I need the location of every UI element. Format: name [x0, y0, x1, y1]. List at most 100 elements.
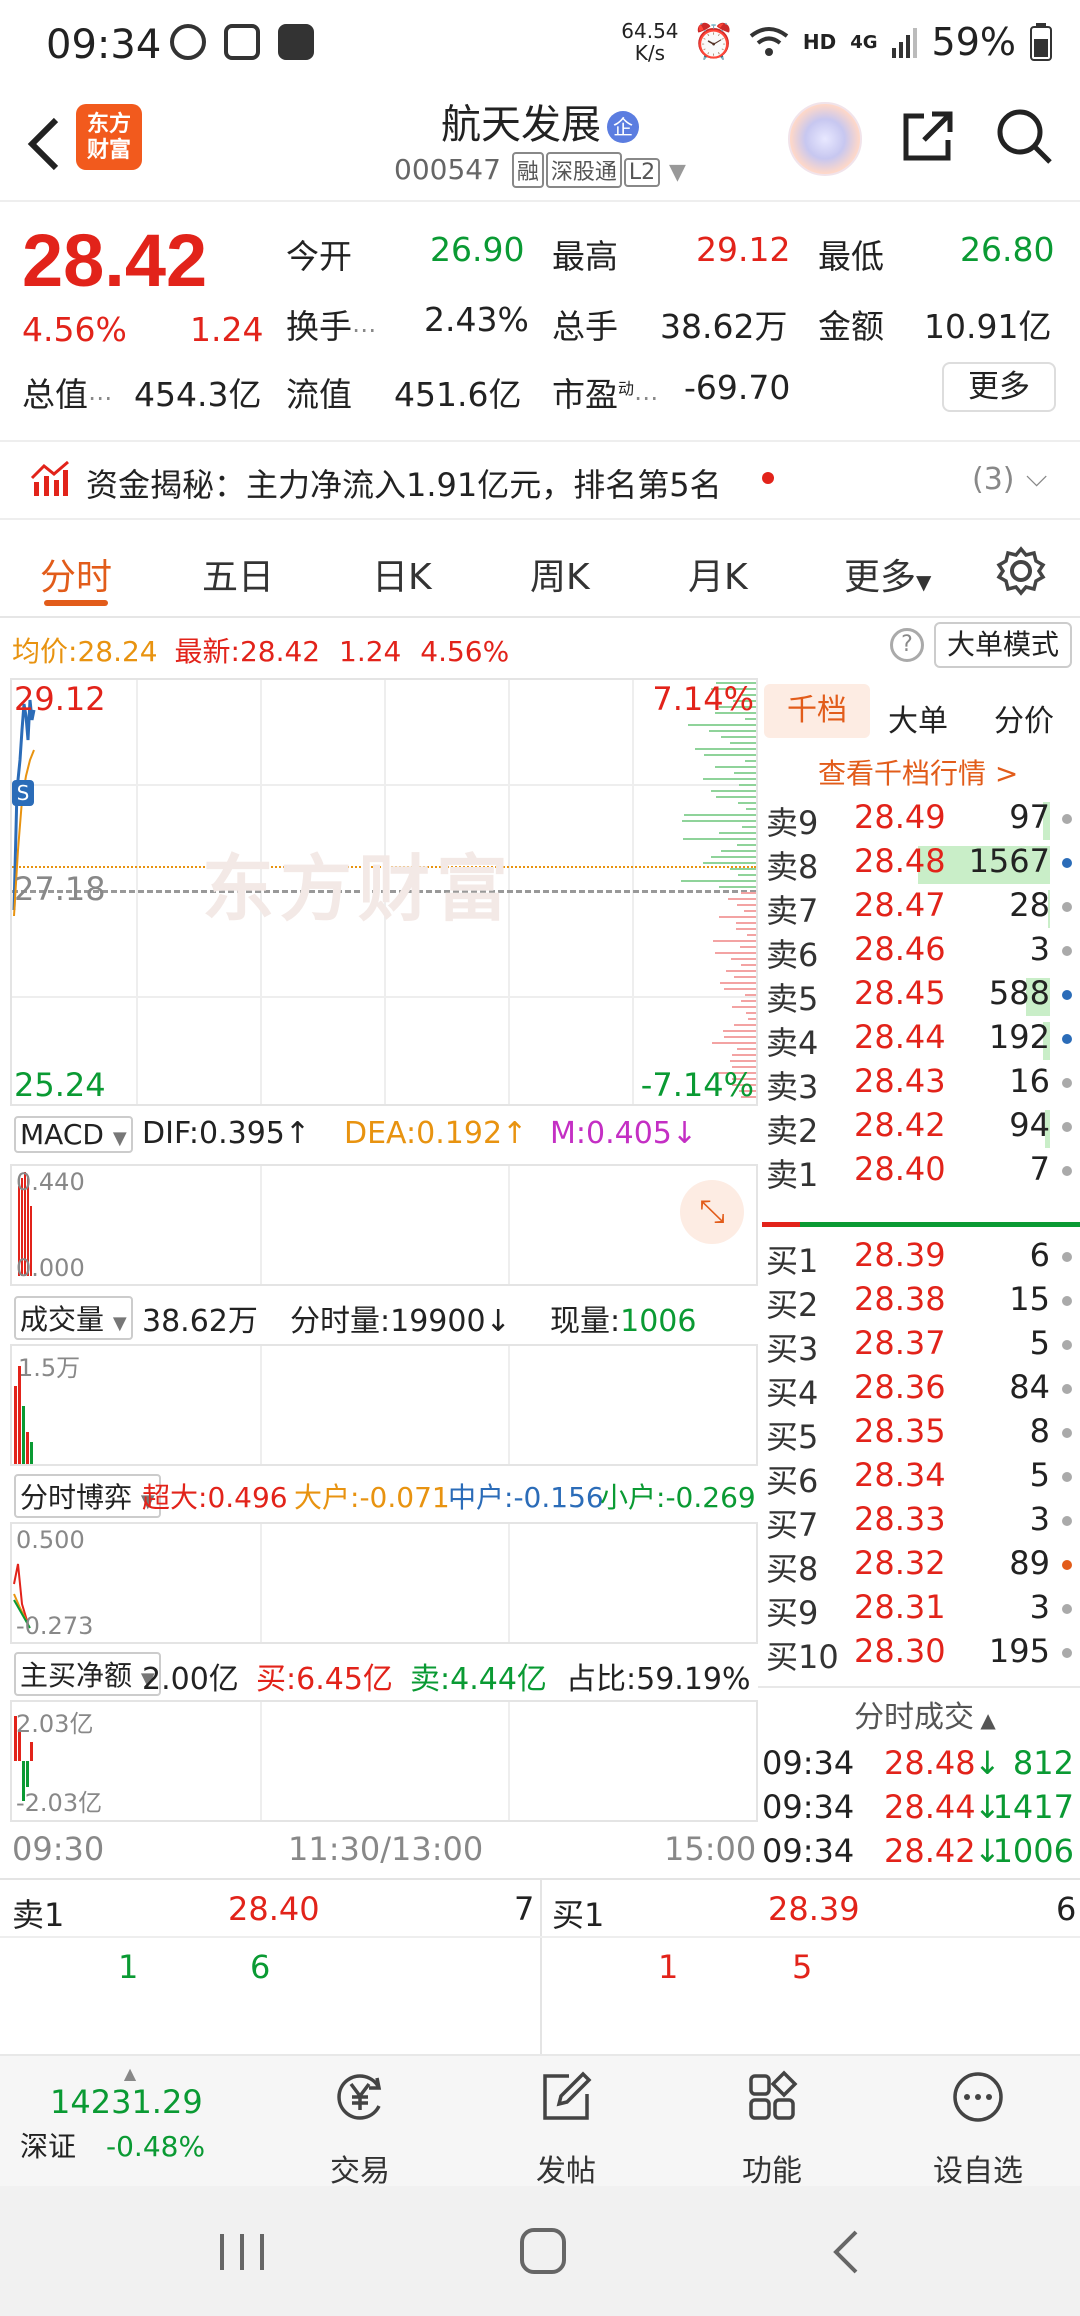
ask-row[interactable]: 卖8 28.48 1567	[758, 842, 1080, 886]
back-nav-icon[interactable]	[828, 2228, 862, 2276]
nav-trade-label: 交易	[330, 2154, 390, 2189]
robot-assistant-icon[interactable]	[788, 102, 862, 176]
ask-volume: 28	[1009, 886, 1050, 924]
game-indicator-select[interactable]: 分时博弈 ▼	[14, 1474, 161, 1518]
macd-chart[interactable]: 0.440 0.000 ⤡	[10, 1164, 758, 1286]
status-notification-icons	[170, 24, 314, 60]
bid-row[interactable]: 买9 28.31 3	[758, 1588, 1080, 1632]
unread-dot	[762, 472, 774, 484]
volume-chart[interactable]: 1.5万	[10, 1344, 758, 1466]
ask-row[interactable]: 卖2 28.42 94	[758, 1106, 1080, 1150]
back-arrow-icon[interactable]	[22, 114, 66, 174]
search-icon[interactable]	[994, 106, 1054, 166]
mcap-label[interactable]: 总值⋯	[22, 368, 112, 416]
volume-indicator-select[interactable]: 成交量 ▼	[14, 1296, 133, 1340]
ask-row[interactable]: 卖3 28.43 16	[758, 1062, 1080, 1106]
bottom-divider	[540, 1880, 542, 2054]
depth-bar	[713, 940, 756, 942]
game-chart[interactable]: 0.500 -0.273	[10, 1522, 758, 1644]
depth-bar	[726, 970, 756, 972]
home-icon[interactable]	[518, 2226, 568, 2276]
netbuy-indicator-select[interactable]: 主买净额 ▼	[14, 1652, 161, 1696]
nav-post[interactable]: 发帖	[506, 2070, 626, 2190]
ask-level-label: 卖4	[766, 1024, 819, 1062]
book-tab-thousand[interactable]: 千档	[764, 684, 870, 738]
nav-trade[interactable]: 交易	[300, 2070, 420, 2190]
depth-bar	[737, 904, 756, 906]
bid-row[interactable]: 买5 28.35 8	[758, 1412, 1080, 1456]
low-label: 最低	[818, 237, 884, 276]
index-ticker[interactable]: ▲ 14231.29 深证 -0.48%	[20, 2064, 240, 2165]
bid-row[interactable]: 买8 28.32 89	[758, 1544, 1080, 1588]
gallery-icon	[224, 24, 260, 60]
ask-row[interactable]: 卖4 28.44 192	[758, 1018, 1080, 1062]
netbuy-chart[interactable]: 2.03亿 -2.03亿	[10, 1700, 758, 1822]
tab-daily-k[interactable]: 日K	[372, 548, 432, 600]
nav-add-watchlist[interactable]: 设自选	[918, 2070, 1038, 2190]
expand-icon[interactable]: ⤡	[680, 1180, 744, 1244]
depth-bar	[736, 922, 756, 924]
high-label: 最高	[552, 237, 618, 276]
chevron-down-icon[interactable]: ⌵	[1026, 460, 1047, 494]
bid-row[interactable]: 买6 28.34 5	[758, 1456, 1080, 1500]
ask-row[interactable]: 卖9 28.49 97	[758, 798, 1080, 842]
avg-value: 28.24	[77, 635, 158, 668]
sell-marker[interactable]: S	[12, 780, 34, 806]
ask-volume: 588	[988, 974, 1050, 1012]
macd-m: M:0.405↓	[550, 1116, 698, 1151]
depth-bar	[730, 1060, 756, 1062]
book-tab-big[interactable]: 大单	[888, 696, 948, 740]
depth-bar	[704, 754, 756, 756]
ask-row[interactable]: 卖1 28.40 7	[758, 1150, 1080, 1194]
view-thousand-link[interactable]: 查看千档行情 >	[818, 752, 1018, 792]
turnover-label[interactable]: 换手⋯	[286, 300, 376, 348]
depth-bar	[748, 1018, 756, 1020]
fund-flow-strip[interactable]: 资金揭秘：主力净流入1.91亿元，排名第5名 (3) ⌵	[0, 440, 1080, 520]
ticks-title[interactable]: 分时成交 ▲	[854, 1692, 996, 1736]
book-tab-price[interactable]: 分价	[994, 696, 1054, 740]
more-quote-button[interactable]: 更多	[942, 362, 1056, 412]
high-value: 29.12	[696, 230, 791, 269]
tab-more[interactable]: 更多▼	[844, 548, 931, 600]
macd-name: MACD	[20, 1118, 104, 1151]
tab-intraday[interactable]: 分时	[40, 548, 112, 600]
ask-row[interactable]: 卖6 28.46 3	[758, 930, 1080, 974]
bid-row[interactable]: 买4 28.36 84	[758, 1368, 1080, 1412]
tab-monthly-k[interactable]: 月K	[688, 548, 748, 600]
tab-5day[interactable]: 五日	[202, 548, 274, 600]
bid-row[interactable]: 买7 28.33 3	[758, 1500, 1080, 1544]
ask-row[interactable]: 卖5 28.45 588	[758, 974, 1080, 1018]
bid-row[interactable]: 买2 28.38 15	[758, 1280, 1080, 1324]
bid-row[interactable]: 买10 28.30 195	[758, 1632, 1080, 1676]
tab-weekly-k[interactable]: 周K	[530, 548, 590, 600]
intraday-price-chart[interactable]: 东方财富 S 29.12 7.14% 27.18 25.24 -7.14%	[10, 678, 758, 1106]
bid-volume: 6	[1029, 1236, 1050, 1274]
bid-price: 28.39	[854, 1236, 946, 1274]
order-book-panel: 千档 大单 分价 查看千档行情 > 卖9 28.49 97 卖8 28.48 1567 卖7…	[758, 678, 1080, 1878]
depth-bar	[741, 892, 756, 894]
ask-row[interactable]: 卖7 28.47 28	[758, 886, 1080, 930]
recent-apps-icon[interactable]	[216, 2230, 268, 2274]
game-super-label: 超大:	[142, 1481, 208, 1514]
game-mid: 中户:-0.156	[448, 1476, 604, 1516]
net-speed-unit: K/s	[634, 41, 666, 65]
big-order-mode-button[interactable]: 大单模式	[934, 622, 1072, 668]
game-small-label: 小户:	[600, 1481, 666, 1514]
dropdown-triangle-icon[interactable]: ▼	[669, 160, 686, 185]
depth-bar	[734, 976, 756, 978]
mcap-label-text: 总值	[22, 375, 88, 414]
help-icon[interactable]: ?	[890, 628, 924, 662]
pe-label[interactable]: 市盈动⋯	[552, 368, 658, 416]
tick-price: 28.42	[884, 1832, 976, 1870]
tag-connect: 深股通	[545, 152, 622, 188]
bid-row[interactable]: 买3 28.37 5	[758, 1324, 1080, 1368]
intraday-info-line: 均价:28.24 最新:28.42 1.24 4.56% ? 大单模式	[0, 618, 1080, 676]
last-price: 28.42	[22, 219, 208, 302]
share-icon[interactable]	[898, 106, 958, 166]
nav-functions[interactable]: 功能	[712, 2070, 832, 2190]
macd-indicator-select[interactable]: MACD ▼	[14, 1116, 133, 1153]
settings-gear-icon[interactable]	[996, 546, 1046, 596]
bid-row[interactable]: 买1 28.39 6	[758, 1236, 1080, 1280]
app-logo[interactable]: 东方 财富	[76, 104, 142, 170]
order-marker-dot	[1062, 814, 1072, 824]
